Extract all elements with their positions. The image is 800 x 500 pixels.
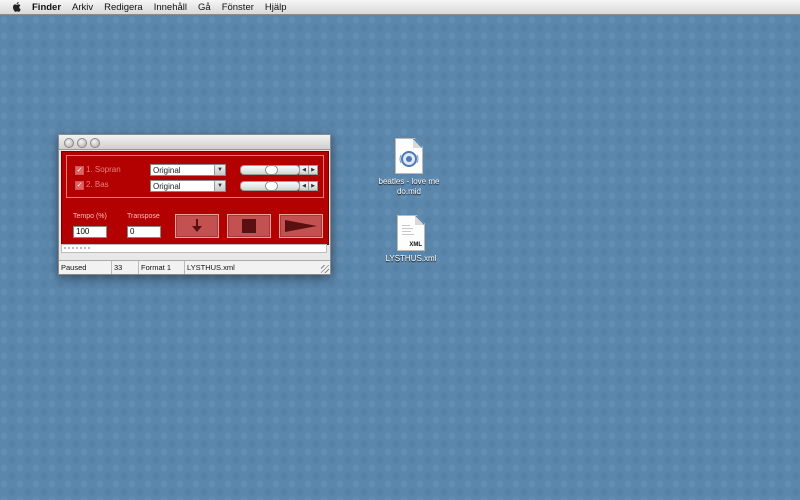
slider-knob[interactable] xyxy=(265,181,278,191)
status-state: Paused xyxy=(59,261,112,274)
status-bar: Paused 33 Format 1 LYSTHUS.xml xyxy=(59,260,330,274)
page-fold xyxy=(413,139,422,148)
desktop-icon-midi[interactable]: beatles - love me do.mid xyxy=(378,138,440,197)
track-2-volume-slider[interactable] xyxy=(240,181,300,191)
track-1-checkbox[interactable]: ✓ xyxy=(75,166,84,175)
position-scrollbar[interactable] xyxy=(61,244,327,253)
track-1-instrument-value: Original xyxy=(153,166,181,175)
track-1-volume-slider[interactable] xyxy=(240,165,300,175)
desktop-icon-xml-label: LYSTHUS.xml xyxy=(385,254,437,263)
tempo-label: Tempo (%) xyxy=(73,213,107,220)
play-button[interactable] xyxy=(279,214,323,238)
track-1-right-arrow-icon[interactable]: ▶ xyxy=(308,165,318,175)
menu-hjalp[interactable]: Hjälp xyxy=(265,2,287,13)
track-1-instrument-select[interactable]: Original ▼ xyxy=(150,164,226,176)
slider-knob[interactable] xyxy=(265,165,278,175)
minimize-button[interactable] xyxy=(77,138,87,148)
menu-finder[interactable]: Finder xyxy=(32,2,61,13)
play-icon xyxy=(285,220,317,232)
scroll-thumb[interactable] xyxy=(64,247,90,249)
desktop-icon-midi-label: beatles - love me do.mid xyxy=(378,177,440,196)
stop-icon xyxy=(242,219,256,233)
download-button[interactable] xyxy=(175,214,219,238)
track-2-instrument-select[interactable]: Original ▼ xyxy=(150,180,226,192)
stop-button[interactable] xyxy=(227,214,271,238)
zoom-button[interactable] xyxy=(90,138,100,148)
player-panel: ✓ 1. Sopran Original ▼ ◀ ▶ ✓ 2. Bas Orig… xyxy=(61,151,329,245)
chevron-down-icon: ▼ xyxy=(214,181,225,191)
track-2-label: 2. Bas xyxy=(86,180,109,189)
apple-menu-icon[interactable] xyxy=(10,1,24,13)
menu-bar: Finder Arkiv Redigera Innehåll Gå Fönste… xyxy=(0,0,800,15)
tempo-input[interactable] xyxy=(73,226,107,238)
menu-ga[interactable]: Gå xyxy=(198,2,211,13)
midi-file-icon xyxy=(395,138,423,174)
window-titlebar[interactable] xyxy=(59,135,330,150)
menu-redigera[interactable]: Redigera xyxy=(104,2,143,13)
desktop-icon-xml[interactable]: XML LYSTHUS.xml xyxy=(380,215,442,264)
menu-innehall[interactable]: Innehåll xyxy=(154,2,187,13)
player-window: ✓ 1. Sopran Original ▼ ◀ ▶ ✓ 2. Bas Orig… xyxy=(58,134,331,275)
status-number: 33 xyxy=(112,261,139,274)
xml-file-icon: XML xyxy=(397,215,425,251)
close-button[interactable] xyxy=(64,138,74,148)
menu-arkiv[interactable]: Arkiv xyxy=(72,2,93,13)
resize-grip-icon[interactable] xyxy=(321,265,329,273)
transpose-input[interactable] xyxy=(127,226,161,238)
quicktime-badge-icon xyxy=(399,151,419,167)
track-2-checkbox[interactable]: ✓ xyxy=(75,181,84,190)
track-2-right-arrow-icon[interactable]: ▶ xyxy=(308,181,318,191)
chevron-down-icon: ▼ xyxy=(214,165,225,175)
down-arrow-icon xyxy=(192,219,202,232)
text-lines-icon xyxy=(402,225,414,235)
status-file: LYSTHUS.xml xyxy=(187,263,235,272)
menu-fonster[interactable]: Fönster xyxy=(222,2,254,13)
transpose-label: Transpose xyxy=(127,213,160,220)
status-format: Format 1 xyxy=(139,261,185,274)
track-2-instrument-value: Original xyxy=(153,182,181,191)
xml-badge: XML xyxy=(409,242,422,248)
track-1-label: 1. Sopran xyxy=(86,165,121,174)
